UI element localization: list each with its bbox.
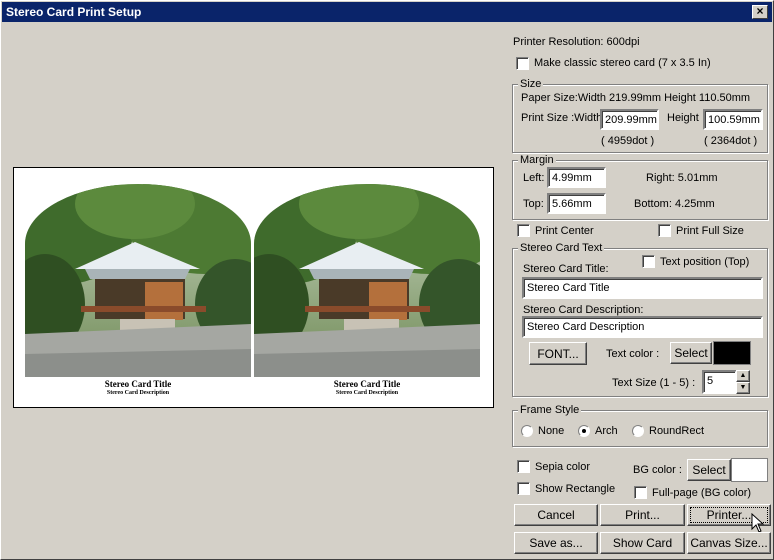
card-desc-label: Stereo Card Description: bbox=[523, 304, 644, 316]
print-height-input[interactable]: 100.59mm bbox=[703, 109, 763, 130]
text-size-input[interactable]: 5 bbox=[702, 370, 737, 394]
height-dots: ( 2364dot ) bbox=[704, 135, 758, 147]
right-caption-title: Stereo Card Title bbox=[333, 379, 401, 389]
mouse-cursor-icon bbox=[751, 513, 765, 533]
frame-roundrect-radio[interactable] bbox=[632, 425, 644, 437]
bg-color-label: BG color : bbox=[633, 464, 682, 476]
margin-top-input[interactable]: 5.66mm bbox=[547, 193, 606, 214]
show-rectangle-checkbox[interactable] bbox=[517, 482, 530, 495]
card-title-label: Stereo Card Title: bbox=[523, 263, 609, 275]
full-page-checkbox[interactable] bbox=[634, 486, 647, 499]
frame-arch-radio[interactable] bbox=[578, 425, 590, 437]
paper-size: Paper Size:Width 219.99mm Height 110.50m… bbox=[521, 92, 751, 104]
text-color-select-button[interactable]: Select bbox=[670, 342, 712, 364]
margin-legend: Margin bbox=[518, 154, 556, 166]
spin-down-icon[interactable]: ▼ bbox=[736, 382, 750, 394]
frame-style-legend: Frame Style bbox=[518, 404, 582, 416]
show-card-button[interactable]: Show Card bbox=[600, 532, 685, 554]
print-width-input[interactable]: 209.99mm bbox=[600, 109, 659, 130]
sepia-label: Sepia color bbox=[535, 461, 591, 473]
frame-arch-label: Arch bbox=[595, 425, 618, 437]
text-position-label: Text position (Top) bbox=[660, 256, 750, 268]
left-caption-desc: Stereo Card Description bbox=[106, 390, 170, 396]
text-color-swatch bbox=[713, 341, 751, 365]
print-setup-window: Stereo Card Print Setup × Stereo Card Ti… bbox=[0, 0, 774, 560]
cancel-button[interactable]: Cancel bbox=[514, 504, 598, 526]
print-full-size-label: Print Full Size bbox=[676, 225, 744, 237]
print-center-label: Print Center bbox=[535, 225, 594, 237]
close-icon[interactable]: × bbox=[752, 5, 768, 19]
frame-none-radio[interactable] bbox=[521, 425, 533, 437]
text-position-checkbox[interactable] bbox=[642, 255, 655, 268]
card-title-input[interactable]: Stereo Card Title bbox=[522, 277, 763, 299]
title-bar: Stereo Card Print Setup × bbox=[2, 2, 772, 22]
spin-up-icon[interactable]: ▲ bbox=[736, 370, 750, 382]
frame-roundrect-label: RoundRect bbox=[649, 425, 705, 437]
margin-right: Right: 5.01mm bbox=[646, 172, 718, 184]
classic-card-label: Make classic stereo card (7 x 3.5 In) bbox=[534, 57, 711, 69]
printer-resolution: Printer Resolution: 600dpi bbox=[513, 36, 640, 48]
text-color-label: Text color : bbox=[606, 348, 660, 360]
frame-none-label: None bbox=[538, 425, 565, 437]
window-title: Stereo Card Print Setup bbox=[6, 5, 142, 19]
right-caption-desc: Stereo Card Description bbox=[335, 390, 399, 396]
left-photo bbox=[25, 184, 251, 377]
left-caption-title: Stereo Card Title bbox=[104, 379, 172, 389]
margin-left-input[interactable]: 4.99mm bbox=[547, 167, 606, 188]
right-photo bbox=[254, 184, 480, 377]
save-as-button[interactable]: Save as... bbox=[514, 532, 598, 554]
size-legend: Size bbox=[518, 78, 544, 90]
print-button[interactable]: Print... bbox=[600, 504, 685, 526]
bg-color-select-button[interactable]: Select bbox=[687, 459, 731, 481]
card-preview: Stereo Card Title Stereo Card Descriptio… bbox=[13, 167, 494, 408]
card-text-legend: Stereo Card Text bbox=[518, 242, 605, 254]
margin-left-label: Left: bbox=[523, 172, 545, 184]
height-label: Height bbox=[667, 112, 699, 124]
margin-top-label: Top: bbox=[523, 198, 544, 210]
show-rectangle-label: Show Rectangle bbox=[535, 483, 616, 495]
print-full-size-checkbox[interactable] bbox=[658, 224, 671, 237]
card-desc-input[interactable]: Stereo Card Description bbox=[522, 316, 763, 338]
margin-bottom: Bottom: 4.25mm bbox=[634, 198, 715, 210]
classic-card-checkbox[interactable] bbox=[516, 57, 529, 70]
print-size-label: Print Size :Width bbox=[521, 112, 603, 124]
text-size-label: Text Size (1 - 5) : bbox=[612, 377, 696, 389]
width-dots: ( 4959dot ) bbox=[601, 135, 655, 147]
font-button[interactable]: FONT... bbox=[529, 342, 587, 365]
bg-color-swatch bbox=[731, 458, 768, 482]
left-stereo-image bbox=[25, 184, 251, 377]
print-center-checkbox[interactable] bbox=[517, 224, 530, 237]
sepia-checkbox[interactable] bbox=[517, 460, 530, 473]
full-page-label: Full-page (BG color) bbox=[652, 487, 752, 499]
canvas-size-button[interactable]: Canvas Size... bbox=[687, 532, 771, 554]
right-stereo-image bbox=[254, 184, 480, 377]
